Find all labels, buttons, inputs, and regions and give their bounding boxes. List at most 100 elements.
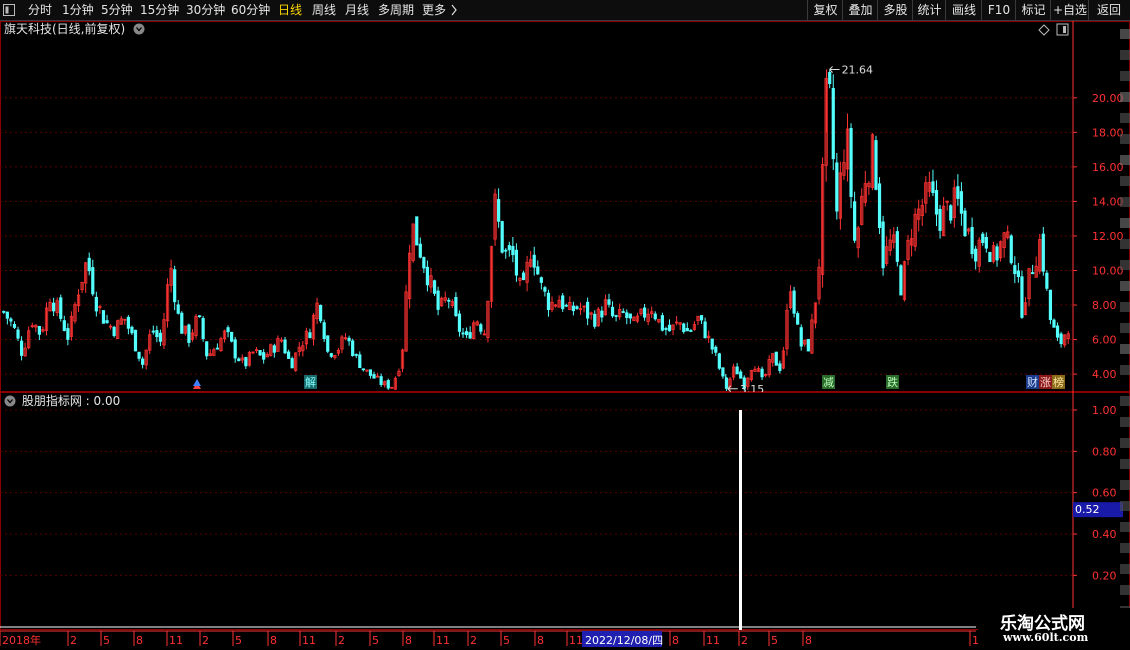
period-tab-more[interactable]: 更多 — [422, 0, 446, 20]
candle — [457, 310, 462, 337]
candle — [853, 191, 857, 244]
candle — [415, 216, 419, 246]
time-label: 2 — [338, 634, 345, 647]
period-tab-daily[interactable]: 日线 — [278, 0, 302, 20]
clipped-text-glyph — [1120, 585, 1130, 595]
candle-body — [379, 376, 383, 385]
candle — [1023, 297, 1028, 316]
cursor-date-label: 2022/12/08/四 — [585, 634, 663, 647]
candle — [1027, 268, 1031, 307]
candle — [924, 176, 928, 214]
candle — [59, 294, 63, 322]
event-marker-label: 榜 — [1053, 375, 1064, 389]
y-tick-label: 0.80 — [1092, 445, 1117, 458]
candle — [187, 323, 191, 347]
candle-body — [877, 183, 882, 228]
candle-body — [760, 368, 764, 378]
candle — [756, 365, 761, 373]
candle — [44, 302, 49, 336]
period-tab-30min[interactable]: 30分钟 — [186, 0, 225, 20]
candle — [550, 296, 554, 313]
period-tab-1min[interactable]: 1分钟 — [62, 0, 94, 20]
back-button[interactable]: 返回 — [1088, 0, 1129, 20]
candle — [119, 315, 123, 325]
draw-line-button[interactable]: 画线 — [945, 0, 982, 20]
candle-body — [457, 313, 462, 332]
candle — [909, 229, 914, 257]
candle — [12, 321, 17, 329]
price-chart[interactable]: 20.00 18.00 16.00 14.00 12.00 10.00 8.00 6.00 4.… — [0, 21, 1130, 392]
candle-body — [418, 243, 422, 258]
candle — [258, 349, 262, 356]
event-marker: 跌 — [886, 375, 899, 389]
indicator-chart[interactable]: 1.00 0.80 0.60 0.40 0.20 0.52 — [0, 392, 1130, 630]
candle — [80, 281, 84, 294]
candle-body — [931, 181, 935, 194]
clipped-text-glyph — [1120, 323, 1130, 333]
candle-body — [233, 339, 237, 359]
candle-body — [660, 315, 664, 331]
candle — [215, 343, 219, 350]
candle — [660, 312, 664, 332]
multi-stock-button[interactable]: 多股 — [877, 0, 913, 20]
candle-body — [319, 304, 323, 322]
candle — [311, 313, 316, 346]
candle — [696, 315, 700, 326]
period-tab-15min[interactable]: 15分钟 — [140, 0, 179, 20]
restore-rights-button[interactable]: 复权 — [807, 0, 843, 20]
period-tab-60min[interactable]: 60分钟 — [231, 0, 270, 20]
panel-toggle-icon[interactable] — [2, 3, 16, 17]
candle — [707, 330, 711, 343]
candle — [913, 208, 917, 251]
candle-body — [561, 295, 565, 310]
candle — [87, 252, 91, 276]
period-tab-fenshi[interactable]: 分时 — [28, 0, 52, 20]
y-tick-label: 6.00 — [1092, 334, 1117, 347]
candle — [315, 297, 319, 325]
candle-body — [201, 318, 205, 340]
candle — [614, 314, 618, 322]
f10-button[interactable]: F10 — [981, 0, 1016, 20]
dropdown-circle-icon[interactable] — [133, 23, 145, 38]
candle — [699, 315, 704, 325]
statistics-button[interactable]: 统计 — [912, 0, 946, 20]
stock-title: 旗天科技(日线,前复权) — [4, 22, 126, 36]
candle — [589, 311, 593, 320]
diamond-icon[interactable] — [1038, 24, 1050, 39]
candle — [945, 200, 949, 211]
period-tab-weekly[interactable]: 周线 — [312, 0, 336, 20]
period-tab-5min[interactable]: 5分钟 — [101, 0, 133, 20]
candle — [920, 199, 924, 226]
candle-body — [995, 246, 999, 261]
dropdown-circle-icon[interactable] — [4, 395, 20, 410]
candle — [137, 351, 141, 362]
time-label: 5 — [372, 634, 379, 647]
clipped-text-glyph — [1120, 134, 1130, 144]
period-tab-monthly[interactable]: 月线 — [345, 0, 369, 20]
mark-button[interactable]: 标记 — [1015, 0, 1051, 20]
candle — [254, 347, 259, 354]
candle — [657, 318, 661, 324]
overlay-button[interactable]: 叠加 — [842, 0, 878, 20]
candle — [1055, 322, 1060, 342]
add-favorite-button[interactable]: +自选 — [1050, 0, 1089, 20]
candle — [561, 293, 565, 312]
candle — [521, 270, 526, 281]
period-tab-multi[interactable]: 多周期 — [378, 0, 414, 20]
candle — [286, 349, 291, 359]
time-label: 5 — [235, 634, 242, 647]
candle — [180, 311, 184, 334]
candle — [84, 261, 88, 293]
time-axis[interactable]: 2018年258112581125811258112581125812022/1… — [0, 630, 1130, 650]
candle — [899, 264, 903, 296]
candle-body — [158, 332, 163, 342]
candle-body — [155, 330, 159, 338]
panel-layout-icon[interactable] — [1056, 23, 1069, 39]
candle-body — [461, 332, 465, 335]
chevron-right-icon[interactable] — [450, 3, 458, 23]
candle — [497, 188, 501, 228]
candle — [667, 319, 672, 332]
candle — [991, 241, 996, 264]
candle — [774, 351, 778, 366]
candle — [1038, 233, 1042, 275]
